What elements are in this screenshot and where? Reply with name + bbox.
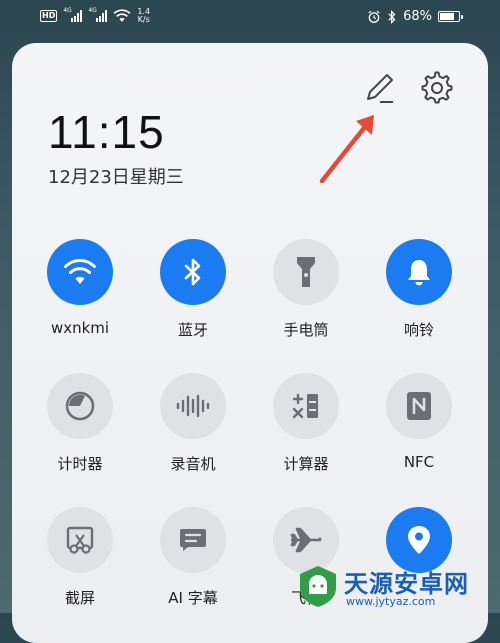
tile-wifi[interactable]: wxnkmi (40, 239, 120, 337)
tile-label: 手电筒 (283, 321, 329, 339)
settings-button[interactable] (420, 71, 454, 105)
cell-signal-icon: 4G (63, 7, 83, 22)
site-watermark: 天源安卓网 www.jytyaz.com (296, 560, 496, 612)
tile-wifi-button[interactable] (47, 239, 113, 305)
timer-icon (65, 391, 95, 421)
calculator-icon (292, 393, 318, 419)
tile-calculator-button[interactable] (273, 373, 339, 439)
tile-label: wxnkmi (50, 319, 110, 337)
android-logo-icon (300, 566, 336, 607)
nfc-icon (407, 392, 431, 420)
tile-label: 截屏 (64, 589, 95, 607)
battery-percent: 68% (403, 9, 432, 24)
annotation-arrow-icon (319, 115, 374, 184)
tile-label: NFC (403, 453, 435, 471)
airplane-icon (290, 527, 322, 553)
tile-screenshot-button[interactable] (47, 507, 113, 573)
gear-icon (421, 71, 453, 104)
tile-calculator[interactable]: 计算器 (266, 373, 346, 474)
watermark-text: 天源安卓网 (344, 570, 469, 598)
bluetooth-status-icon (388, 9, 396, 24)
wifi-status-icon (113, 9, 131, 22)
tile-screenshot[interactable]: 截屏 (40, 507, 120, 608)
tile-recorder-button[interactable] (160, 373, 226, 439)
tile-bluetooth-button[interactable] (160, 239, 226, 305)
waveform-icon (176, 394, 210, 418)
edit-button[interactable] (362, 71, 396, 105)
tile-ringer[interactable]: 响铃 (379, 239, 459, 340)
tile-label: AI 字幕 (168, 589, 218, 607)
battery-icon (438, 11, 463, 22)
tile-label: 录音机 (170, 455, 216, 473)
tile-ai-caption[interactable]: AI 字幕 (153, 507, 233, 608)
pencil-icon (367, 74, 393, 103)
control-center-panel: 11:15 12月23日星期三 wxnkmi 蓝牙 手电筒 响铃 计时器 录音机… (12, 43, 488, 643)
hd-badge: HD (40, 10, 58, 22)
cell-signal-icon-2: 4G (88, 7, 108, 22)
location-icon (408, 526, 430, 554)
tile-ai-caption-button[interactable] (160, 507, 226, 573)
tile-timer-button[interactable] (47, 373, 113, 439)
tile-label: 响铃 (403, 321, 434, 339)
network-speed: 1.4 K/s (137, 7, 151, 24)
screenshot-icon (66, 526, 94, 554)
tile-nfc[interactable]: NFC (379, 373, 459, 471)
alarm-icon (368, 10, 380, 23)
watermark-url: www.jytyaz.com (346, 595, 436, 608)
tile-recorder[interactable]: 录音机 (153, 373, 233, 474)
bluetooth-icon (184, 258, 201, 286)
tile-label: 蓝牙 (177, 321, 208, 339)
tile-timer[interactable]: 计时器 (40, 373, 120, 474)
tile-ringer-button[interactable] (386, 239, 452, 305)
status-bar: HD 4G 4G 1.4 K/s 68% (0, 0, 500, 36)
tile-label: 计算器 (283, 455, 329, 473)
caption-icon (180, 529, 206, 551)
tile-nfc-button[interactable] (386, 373, 452, 439)
wifi-icon (64, 259, 96, 284)
tile-bluetooth[interactable]: 蓝牙 (153, 239, 233, 340)
tile-flashlight[interactable]: 手电筒 (266, 239, 346, 340)
clock-date: 12月23日星期三 (48, 167, 184, 188)
tile-label: 计时器 (57, 455, 103, 473)
tile-flashlight-button[interactable] (273, 239, 339, 305)
bell-icon (408, 260, 430, 286)
clock-time: 11:15 (48, 106, 165, 158)
flashlight-icon (297, 257, 315, 287)
